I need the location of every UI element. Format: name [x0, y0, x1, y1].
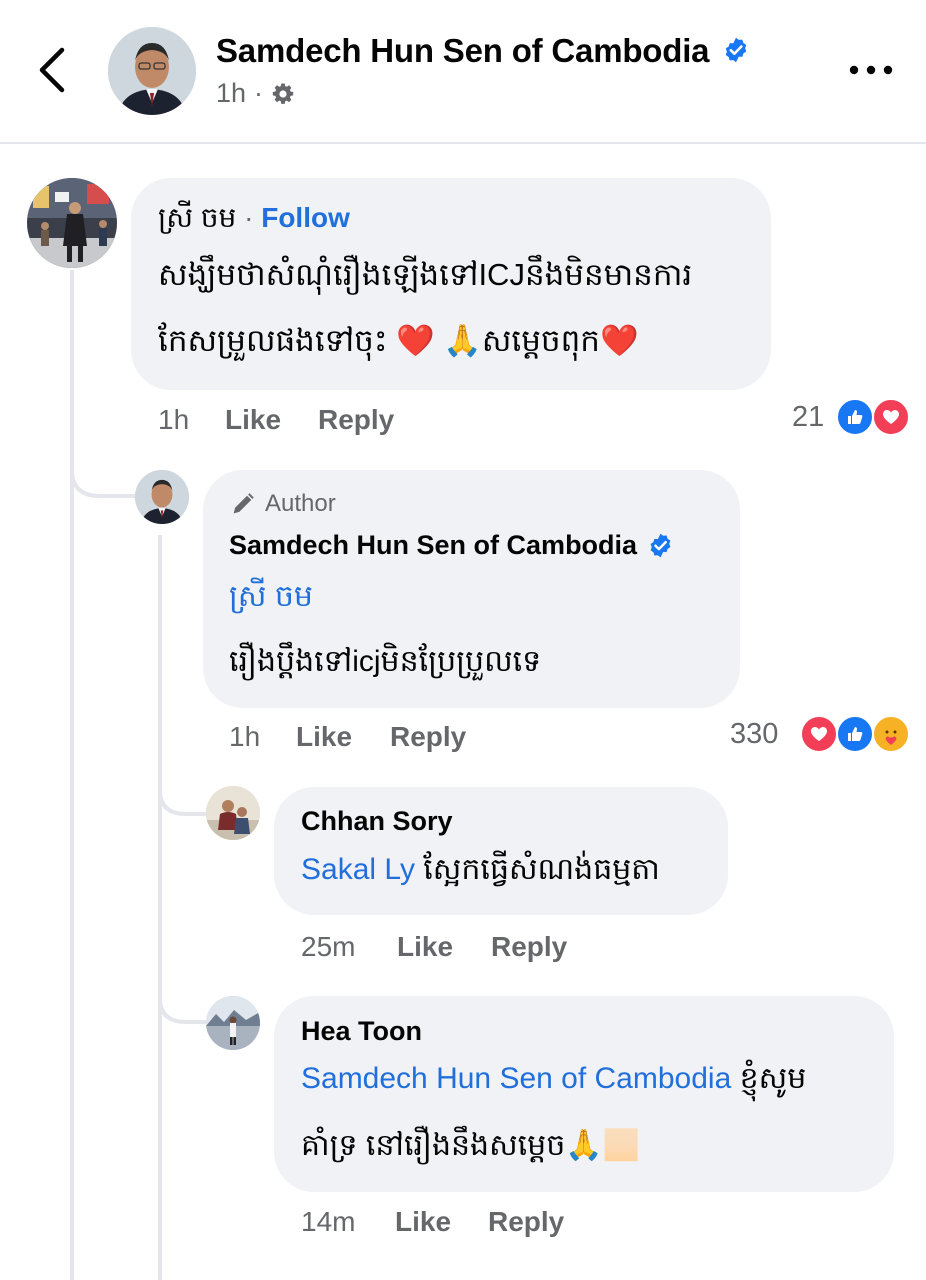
mention-link[interactable]: Sakal Ly	[301, 853, 415, 886]
reaction-count[interactable]: 330	[730, 718, 778, 751]
like-button[interactable]: Like	[395, 1206, 451, 1238]
comment-time: 25m	[301, 931, 356, 962]
comment-text: Sakal Ly ស្អែកធ្វើសំណង់ធម្មតា	[301, 853, 660, 886]
comment-text-line: គាំទ្រ នៅរឿងនឹងសម្តេច🙏🏻	[301, 1129, 640, 1162]
follow-button[interactable]: Follow	[261, 202, 350, 233]
like-button[interactable]: Like	[397, 931, 453, 963]
like-reaction-icon	[836, 398, 874, 436]
comment-author[interactable]: ស្រី ចម	[158, 202, 236, 233]
reaction-count[interactable]: 21	[792, 401, 824, 434]
care-reaction-icon	[872, 715, 910, 753]
dot-separator: ·	[244, 202, 254, 233]
comment-author[interactable]: Samdech Hun Sen of Cambodia	[229, 530, 674, 561]
reply-button[interactable]: Reply	[491, 931, 567, 963]
commenter-avatar[interactable]	[206, 996, 260, 1050]
pen-icon	[233, 493, 254, 514]
reaction-icons[interactable]	[800, 715, 910, 753]
comment-text-line: សង្ឃឹមថាសំណុំរឿងឡើងទៅICJនឹងមិនមានការ	[158, 257, 693, 292]
back-arrow-icon[interactable]	[34, 44, 74, 96]
reply-button[interactable]: Reply	[318, 404, 394, 436]
thread-connector	[158, 968, 206, 1024]
post-header: Samdech Hun Sen of Cambodia 1h ·	[0, 0, 926, 144]
love-reaction-icon	[872, 398, 910, 436]
reaction-icons[interactable]	[836, 398, 910, 436]
author-badge: Author	[229, 490, 336, 518]
more-icon[interactable]	[848, 62, 894, 78]
like-button[interactable]: Like	[296, 721, 352, 753]
thread-line	[70, 270, 74, 1280]
comment-time: 1h	[229, 721, 261, 752]
meta-separator: ·	[254, 78, 264, 108]
thread-connector	[158, 760, 206, 816]
comment-text-line: Samdech Hun Sen of Cambodia ខ្ញុំសូម	[301, 1062, 807, 1095]
comment-text-line: កែសម្រួលផងទៅចុះ ❤️ 🙏សម្តេចពុក❤️	[158, 323, 639, 358]
love-reaction-icon	[800, 715, 838, 753]
author-avatar[interactable]	[135, 470, 189, 524]
verified-badge-icon	[726, 38, 747, 63]
comment-text: រឿងប្តឹងទៅicjមិនប្រែប្រួលទេ	[229, 645, 542, 678]
reply-button[interactable]: Reply	[488, 1206, 564, 1238]
comment-author[interactable]: Hea Toon	[301, 1016, 422, 1047]
comment-author-line: ស្រី ចម · Follow	[158, 200, 350, 241]
reply-button[interactable]: Reply	[390, 721, 466, 753]
commenter-avatar[interactable]	[27, 178, 117, 268]
thread-line-nested	[158, 535, 162, 1280]
commenter-avatar[interactable]	[206, 786, 260, 840]
verified-badge-icon	[650, 533, 671, 558]
post-time: 1h	[216, 78, 247, 108]
mention-link[interactable]: ស្រី ចម	[229, 577, 313, 621]
mention-link[interactable]: Samdech Hun Sen of Cambodia	[301, 1062, 731, 1095]
comment-time: 14m	[301, 1206, 356, 1237]
thread-connector	[70, 440, 140, 498]
page-name[interactable]: Samdech Hun Sen of Cambodia	[216, 32, 750, 70]
like-reaction-icon	[836, 715, 874, 753]
post-meta: 1h ·	[216, 78, 295, 109]
like-button[interactable]: Like	[225, 404, 281, 436]
comment-time: 1h	[158, 404, 190, 435]
page-avatar[interactable]	[108, 27, 196, 115]
settings-gear-icon[interactable]	[271, 82, 295, 106]
comment-author[interactable]: Chhan Sory	[301, 806, 453, 837]
